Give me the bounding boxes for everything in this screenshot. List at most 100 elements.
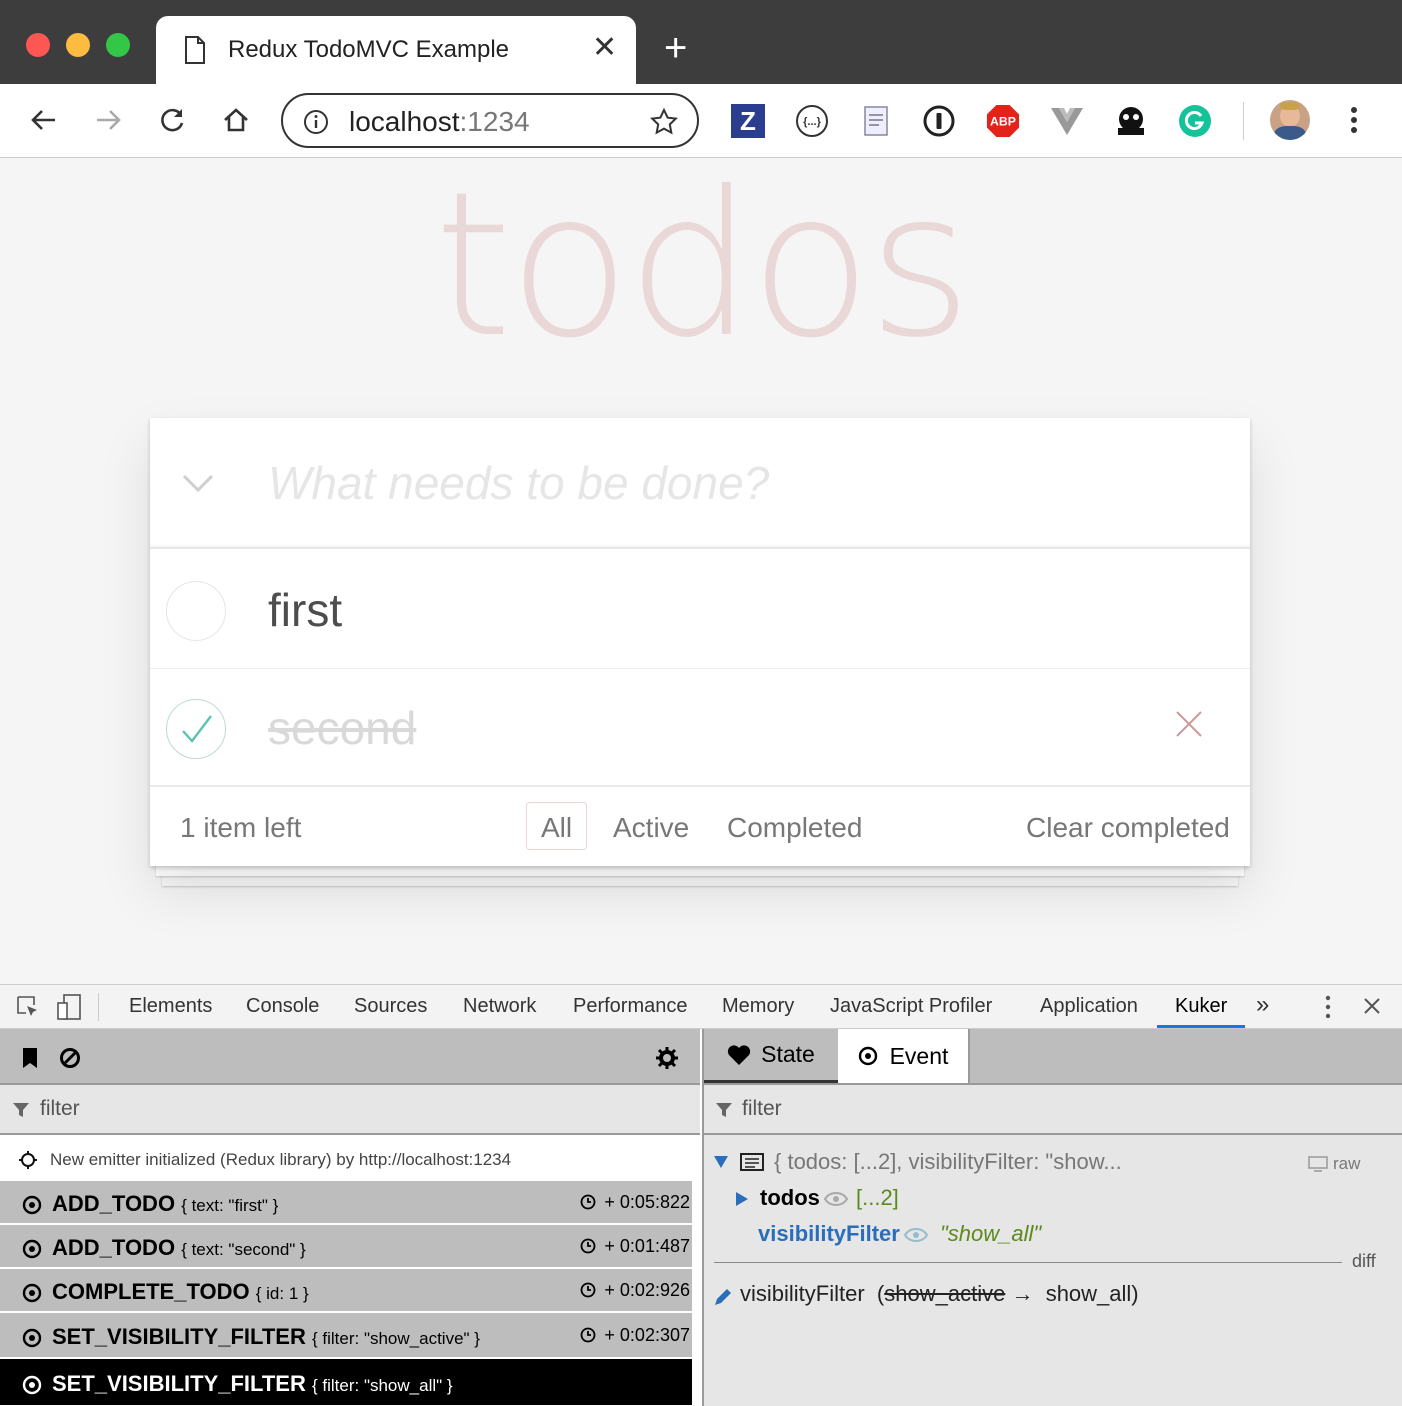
visibility-filter-value: "show_all" xyxy=(940,1221,1042,1246)
event-payload: { id: 1 } xyxy=(255,1284,309,1303)
delete-todo-icon[interactable] xyxy=(1174,709,1204,739)
event-payload: { filter: "show_active" } xyxy=(311,1329,480,1348)
event-row[interactable]: ADD_TODO { text: "first" } + 0:05:822 xyxy=(0,1181,692,1225)
state-event-tabs: State Event xyxy=(704,1029,1402,1085)
tab-application[interactable]: Application xyxy=(1040,995,1138,1018)
event-name: SET_VISIBILITY_FILTER { filter: "show_ac… xyxy=(52,1324,480,1350)
filter-completed-link[interactable]: Completed xyxy=(712,802,877,850)
tab-title: Redux TodoMVC Example xyxy=(228,36,510,63)
events-filter-row xyxy=(0,1085,700,1135)
stack-decoration xyxy=(156,866,1244,876)
reload-icon[interactable] xyxy=(154,102,190,138)
tab-elements[interactable]: Elements xyxy=(129,995,212,1018)
diff-label: diff xyxy=(1352,1251,1376,1271)
event-payload: { text: "second" } xyxy=(181,1240,306,1259)
adblock-plus-icon[interactable]: ABP xyxy=(986,104,1020,138)
svg-text:{...}: {...} xyxy=(803,116,821,128)
tab-sources[interactable]: Sources xyxy=(354,995,427,1018)
tab-memory[interactable]: Memory xyxy=(722,995,794,1018)
kuker-events-panel: New emitter initialized (Redux library) … xyxy=(0,1029,700,1406)
devtools-menu-icon[interactable] xyxy=(1325,995,1331,1019)
expand-triangle-icon[interactable] xyxy=(735,1191,749,1207)
settings-gear-icon[interactable] xyxy=(656,1047,678,1069)
emitter-gear-icon xyxy=(19,1151,37,1169)
url-text: localhost:1234 xyxy=(349,106,530,138)
tab-console[interactable]: Console xyxy=(246,995,319,1018)
event-payload: { filter: "show_all" } xyxy=(311,1376,453,1395)
eye-icon[interactable] xyxy=(904,1227,928,1243)
inspect-element-icon[interactable] xyxy=(16,995,40,1019)
eye-icon[interactable] xyxy=(824,1191,848,1207)
tab-state[interactable]: State xyxy=(704,1029,838,1083)
event-time-value: + 0:02:307 xyxy=(604,1325,690,1345)
clear-completed-button[interactable]: Clear completed xyxy=(1026,812,1230,844)
bookmark-star-icon[interactable] xyxy=(649,107,679,137)
url-port: :1234 xyxy=(459,106,530,137)
devtools-tabbar: Elements Console Sources Network Perform… xyxy=(0,985,1402,1029)
vue-devtools-icon[interactable] xyxy=(1050,104,1084,138)
more-tabs-icon[interactable]: » xyxy=(1256,991,1269,1019)
state-filter-input[interactable] xyxy=(742,1097,1042,1121)
filter-active-link[interactable]: Active xyxy=(598,802,704,850)
event-target-icon xyxy=(22,1375,42,1395)
kuker-icon[interactable] xyxy=(1114,104,1148,138)
tab-kuker[interactable]: Kuker xyxy=(1175,995,1227,1018)
close-devtools-icon[interactable] xyxy=(1363,997,1381,1015)
event-row[interactable]: SET_VISIBILITY_FILTER { filter: "show_ac… xyxy=(0,1313,692,1359)
state-root-summary: { todos: [...2], visibilityFilter: "show… xyxy=(774,1149,1122,1174)
todo-label[interactable]: first xyxy=(268,583,342,637)
target-icon xyxy=(858,1046,877,1066)
home-icon[interactable] xyxy=(218,102,254,138)
clear-events-icon[interactable] xyxy=(59,1047,81,1069)
tab-close-icon[interactable]: ✕ xyxy=(592,30,617,65)
browser-tab[interactable]: Redux TodoMVC Example ✕ xyxy=(156,16,636,84)
new-todo-input[interactable] xyxy=(268,456,1168,510)
bookmark-icon[interactable] xyxy=(20,1047,40,1069)
todo-toggle-checkbox[interactable] xyxy=(166,699,226,759)
monitor-icon[interactable] xyxy=(1308,1156,1328,1172)
tab-network[interactable]: Network xyxy=(463,995,536,1018)
kuker-state-panel: State Event { todos: [...2], visibilityF… xyxy=(702,1029,1402,1406)
tab-performance[interactable]: Performance xyxy=(573,995,688,1018)
filter-icon xyxy=(716,1103,732,1117)
onepassword-icon[interactable] xyxy=(922,104,956,138)
event-type: COMPLETE_TODO xyxy=(52,1279,250,1304)
visibility-filter-key: visibilityFilter xyxy=(758,1221,900,1246)
todos-key: todos xyxy=(760,1185,820,1210)
save-page-icon[interactable] xyxy=(859,104,893,138)
event-target-icon xyxy=(22,1328,42,1348)
zotero-icon[interactable]: Z xyxy=(731,104,765,138)
forward-icon[interactable] xyxy=(90,102,126,138)
close-window-button[interactable] xyxy=(26,33,50,57)
filter-all-link[interactable]: All xyxy=(526,802,588,850)
todo-toggle-checkbox[interactable] xyxy=(166,581,226,641)
event-row-selected[interactable]: SET_VISIBILITY_FILTER { filter: "show_al… xyxy=(0,1359,692,1406)
json-viewer-icon[interactable]: {...} xyxy=(795,104,829,138)
minimize-window-button[interactable] xyxy=(66,33,90,57)
tab-javascript-profiler[interactable]: JavaScript Profiler xyxy=(830,995,992,1018)
clock-icon xyxy=(581,1194,596,1210)
device-toolbar-icon[interactable] xyxy=(56,993,82,1021)
toggle-all-icon[interactable] xyxy=(180,472,216,496)
new-tab-icon[interactable]: + xyxy=(664,28,687,68)
heart-icon xyxy=(728,1044,751,1065)
grammarly-icon[interactable] xyxy=(1178,104,1212,138)
event-name: ADD_TODO { text: "first" } xyxy=(52,1191,278,1217)
profile-avatar[interactable] xyxy=(1270,100,1310,140)
clock-icon xyxy=(581,1282,596,1298)
address-bar[interactable]: localhost:1234 xyxy=(281,93,699,148)
event-name: SET_VISIBILITY_FILTER { filter: "show_al… xyxy=(52,1371,453,1397)
events-filter-input[interactable] xyxy=(40,1097,340,1121)
raw-toggle[interactable]: raw xyxy=(1333,1154,1360,1174)
toolbar-divider xyxy=(1243,102,1244,140)
event-row[interactable]: ADD_TODO { text: "second" } + 0:01:487 xyxy=(0,1225,692,1269)
chrome-menu-icon[interactable] xyxy=(1336,102,1372,138)
collapse-triangle-icon[interactable] xyxy=(713,1155,729,1169)
tab-event[interactable]: Event xyxy=(838,1029,970,1083)
todo-item: first xyxy=(150,551,1250,669)
todo-footer: 1 item left All Active Completed Clear c… xyxy=(150,785,1250,866)
event-row[interactable]: COMPLETE_TODO { id: 1 } + 0:02:926 xyxy=(0,1269,692,1313)
back-icon[interactable] xyxy=(26,102,62,138)
todo-label[interactable]: second xyxy=(268,701,416,755)
maximize-window-button[interactable] xyxy=(106,33,130,57)
